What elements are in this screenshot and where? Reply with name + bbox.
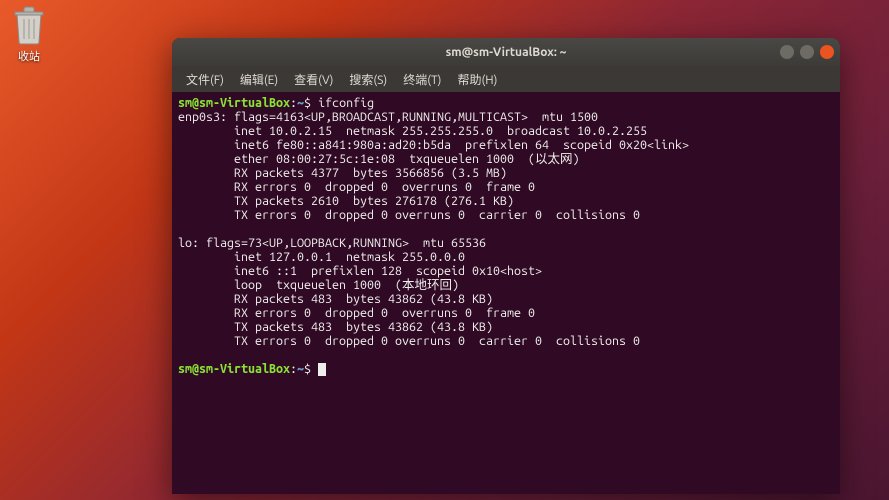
prompt-end: $ xyxy=(304,96,318,110)
window-controls xyxy=(780,45,834,59)
output-line: TX packets 2610 bytes 276178 (276.1 KB) xyxy=(178,194,514,208)
menu-search[interactable]: 搜索(S) xyxy=(343,68,393,91)
output-line: RX errors 0 dropped 0 overruns 0 frame 0 xyxy=(178,180,535,194)
output-line: RX errors 0 dropped 0 overruns 0 frame 0 xyxy=(178,306,535,320)
prompt-user: sm@sm-VirtualBox xyxy=(178,362,290,376)
prompt-sep: : xyxy=(290,362,297,376)
output-line: enp0s3: flags=4163<UP,BROADCAST,RUNNING,… xyxy=(178,110,598,124)
menu-edit[interactable]: 编辑(E) xyxy=(234,68,284,91)
prompt-path: ~ xyxy=(297,362,304,376)
output-line: RX packets 483 bytes 43862 (43.8 KB) xyxy=(178,292,493,306)
window-title: sm@sm-VirtualBox: ~ xyxy=(446,46,567,59)
output-line: inet6 fe80::a841:980a:ad20:b5da prefixle… xyxy=(178,138,689,152)
menu-file[interactable]: 文件(F) xyxy=(180,68,230,91)
output-line: inet6 ::1 prefixlen 128 scopeid 0x10<hos… xyxy=(178,264,542,278)
menubar: 文件(F) 编辑(E) 查看(V) 搜索(S) 终端(T) 帮助(H) xyxy=(172,66,840,92)
minimize-button[interactable] xyxy=(780,45,794,59)
prompt-end: $ xyxy=(304,362,318,376)
output-line: lo: flags=73<UP,LOOPBACK,RUNNING> mtu 65… xyxy=(178,236,486,250)
prompt-path: ~ xyxy=(297,96,304,110)
prompt-user: sm@sm-VirtualBox xyxy=(178,96,290,110)
titlebar[interactable]: sm@sm-VirtualBox: ~ xyxy=(172,38,840,66)
close-button[interactable] xyxy=(820,45,834,59)
output-line: ether 08:00:27:5c:1e:08 txqueuelen 1000 … xyxy=(178,152,580,166)
menu-terminal[interactable]: 终端(T) xyxy=(397,68,447,91)
output-line: loop txqueuelen 1000 (本地环回) xyxy=(178,278,459,292)
trash-label: 收站 xyxy=(4,48,54,64)
cursor xyxy=(318,363,326,376)
output-line: inet 10.0.2.15 netmask 255.255.255.0 bro… xyxy=(178,124,647,138)
trash-icon xyxy=(11,4,47,46)
maximize-button[interactable] xyxy=(800,45,814,59)
menu-view[interactable]: 查看(V) xyxy=(288,68,339,91)
output-line: TX packets 483 bytes 43862 (43.8 KB) xyxy=(178,320,493,334)
prompt-sep: : xyxy=(290,96,297,110)
output-line: TX errors 0 dropped 0 overruns 0 carrier… xyxy=(178,334,640,348)
command-ifconfig: ifconfig xyxy=(318,96,374,110)
output-line: RX packets 4377 bytes 3566856 (3.5 MB) xyxy=(178,166,507,180)
terminal-window: sm@sm-VirtualBox: ~ 文件(F) 编辑(E) 查看(V) 搜索… xyxy=(172,38,840,494)
terminal-body[interactable]: sm@sm-VirtualBox:~$ ifconfig enp0s3: fla… xyxy=(172,92,840,494)
menu-help[interactable]: 帮助(H) xyxy=(451,68,503,91)
output-line: inet 127.0.0.1 netmask 255.0.0.0 xyxy=(178,250,465,264)
trash-desktop-icon[interactable]: 收站 xyxy=(4,4,54,64)
output-line: TX errors 0 dropped 0 overruns 0 carrier… xyxy=(178,208,640,222)
